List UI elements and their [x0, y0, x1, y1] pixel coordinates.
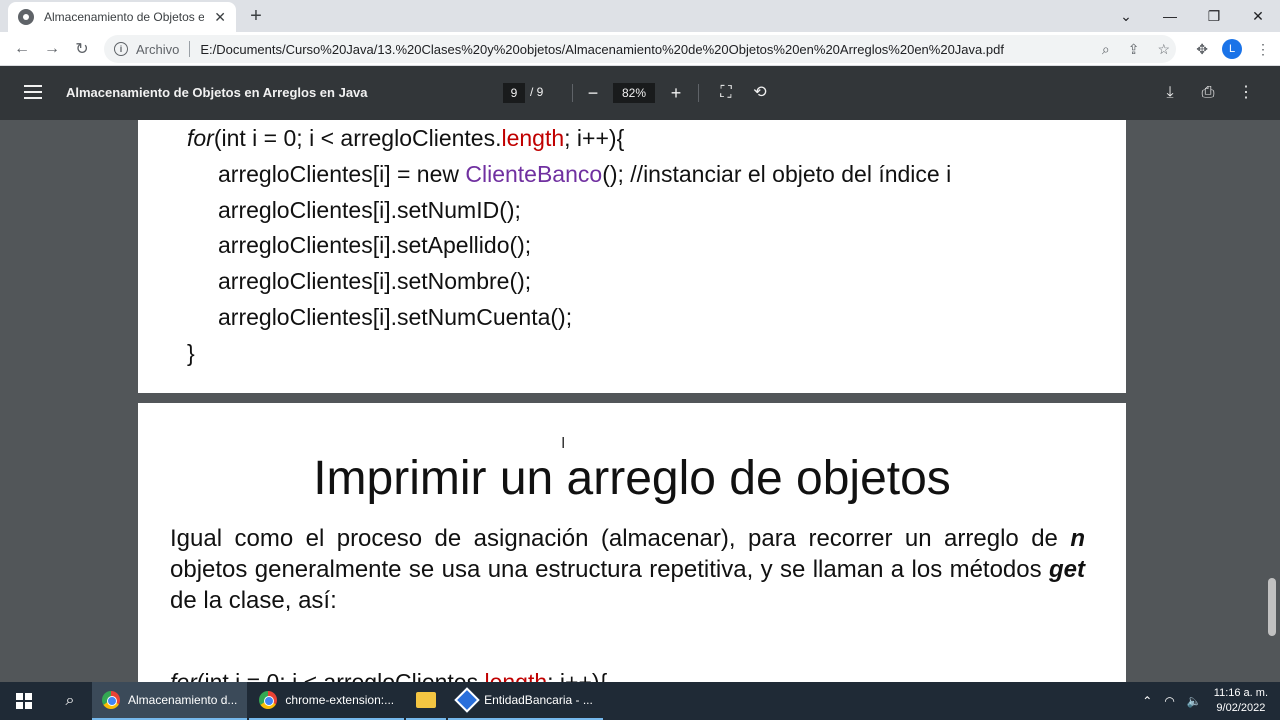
- globe-icon: [18, 9, 34, 25]
- close-window-button[interactable]: ✕: [1236, 0, 1280, 32]
- restore-button[interactable]: ❐: [1192, 0, 1236, 32]
- wifi-icon[interactable]: ◠: [1164, 694, 1174, 708]
- divider: [189, 41, 191, 57]
- chrome-icon: [259, 691, 278, 709]
- code-line: for(int i = 0; i < arregloClientes.lengt…: [187, 125, 625, 151]
- code-line: arregloClientes[i] = new ClienteBanco();…: [218, 161, 952, 187]
- page-number-input[interactable]: 9: [503, 83, 525, 103]
- back-button[interactable]: ←: [10, 37, 34, 61]
- address-bar[interactable]: i Archivo E:/Documents/Curso%20Java/13.%…: [104, 35, 1176, 63]
- slide-body: Igual como el proceso de asignación (alm…: [170, 525, 1085, 614]
- clock-time: 11:16 a. m.: [1213, 687, 1268, 699]
- forward-button[interactable]: →: [40, 37, 64, 61]
- chevron-up-icon[interactable]: ⌃: [1142, 694, 1152, 708]
- taskbar-item-chrome[interactable]: Almacenamiento d...: [92, 682, 248, 720]
- pdf-toolbar: Almacenamiento de Objetos en Arreglos en…: [0, 66, 1280, 120]
- taskbar-item-label: EntidadBancaria - ...: [484, 693, 593, 707]
- taskbar: ⌕ Almacenamiento d... chrome-extension:.…: [0, 682, 1280, 720]
- zoom-out-button[interactable]: −: [581, 81, 605, 105]
- taskbar-item-netbeans[interactable]: EntidadBancaria - ...: [448, 682, 603, 720]
- taskbar-item-chrome-extension[interactable]: chrome-extension:...: [249, 682, 405, 720]
- code-line: arregloClientes[i].setNumID();: [218, 197, 521, 223]
- url-text[interactable]: E:/Documents/Curso%20Java/13.%20Clases%2…: [200, 42, 1004, 57]
- clock-date: 9/02/2022: [1216, 702, 1266, 714]
- pdf-viewer[interactable]: for(int i = 0; i < arregloClientes.lengt…: [0, 120, 1280, 682]
- more-options-icon[interactable]: ⋮: [1234, 81, 1258, 105]
- browser-toolbar: ← → ↻ i Archivo E:/Documents/Curso%20Jav…: [0, 32, 1280, 66]
- clock[interactable]: 11:16 a. m. 9/02/2022: [1214, 686, 1268, 716]
- menu-icon[interactable]: [24, 85, 42, 99]
- browser-tab[interactable]: Almacenamiento de Objetos en A ✕: [8, 2, 236, 32]
- slide-title: Imprimir un arreglo de objetos: [313, 452, 951, 505]
- download-icon[interactable]: ⤓: [1158, 81, 1182, 105]
- extensions-icon[interactable]: ✥: [1196, 41, 1208, 58]
- info-icon[interactable]: i: [114, 42, 128, 56]
- tab-title: Almacenamiento de Objetos en A: [44, 10, 204, 24]
- start-button[interactable]: [0, 682, 48, 720]
- fit-page-icon[interactable]: ⛶: [714, 81, 738, 105]
- code-line: }: [187, 340, 195, 366]
- minimize-button[interactable]: —: [1148, 0, 1192, 32]
- pdf-page: for(int i = 0; i < arregloClientes.lengt…: [138, 120, 1126, 393]
- code-line: arregloClientes[i].setNumCuenta();: [218, 304, 573, 330]
- divider: [572, 84, 573, 102]
- volume-icon[interactable]: 🔈: [1187, 694, 1202, 708]
- menu-kebab-icon[interactable]: ⋮: [1256, 41, 1270, 58]
- tab-search-icon[interactable]: ⌄: [1104, 0, 1148, 32]
- new-tab-button[interactable]: +: [246, 4, 266, 28]
- divider: [698, 84, 699, 102]
- chrome-icon: [102, 691, 120, 709]
- rotate-icon[interactable]: ⟲: [748, 81, 772, 105]
- print-icon[interactable]: ⎙: [1196, 81, 1220, 105]
- taskbar-item-label: chrome-extension:...: [285, 693, 395, 707]
- text-cursor-icon: I: [561, 435, 566, 452]
- zoom-icon[interactable]: ⌕: [1102, 41, 1110, 58]
- pdf-page: Imprimir un arreglo de objetos Igual com…: [138, 403, 1126, 682]
- scrollbar-thumb[interactable]: [1268, 578, 1276, 636]
- reload-button[interactable]: ↻: [70, 37, 94, 61]
- search-icon[interactable]: ⌕: [48, 682, 92, 720]
- scheme-label: Archivo: [136, 41, 180, 57]
- netbeans-icon: [454, 687, 480, 713]
- system-tray: ⌃ ◠ 🔈 11:16 a. m. 9/02/2022: [1142, 682, 1280, 720]
- zoom-input[interactable]: 82%: [613, 83, 655, 103]
- code-line: for(int i = 0; i < arregloClientes.lengt…: [170, 669, 608, 682]
- page-total: / 9: [530, 85, 544, 99]
- taskbar-item-label: Almacenamiento d...: [128, 693, 238, 707]
- code-line: arregloClientes[i].setApellido();: [218, 232, 532, 258]
- share-icon[interactable]: ⇪: [1128, 41, 1140, 58]
- zoom-in-button[interactable]: +: [664, 81, 688, 105]
- taskbar-item-explorer[interactable]: [406, 682, 447, 720]
- windows-icon: [16, 693, 32, 709]
- bookmark-star-icon[interactable]: ☆: [1157, 41, 1170, 58]
- tab-strip: Almacenamiento de Objetos en A ✕ + ⌄ — ❐…: [0, 0, 1280, 32]
- avatar[interactable]: L: [1222, 39, 1242, 59]
- close-tab-icon[interactable]: ✕: [214, 9, 226, 26]
- pdf-title: Almacenamiento de Objetos en Arreglos en…: [66, 85, 368, 100]
- code-line: arregloClientes[i].setNombre();: [218, 268, 532, 294]
- folder-icon: [416, 692, 437, 708]
